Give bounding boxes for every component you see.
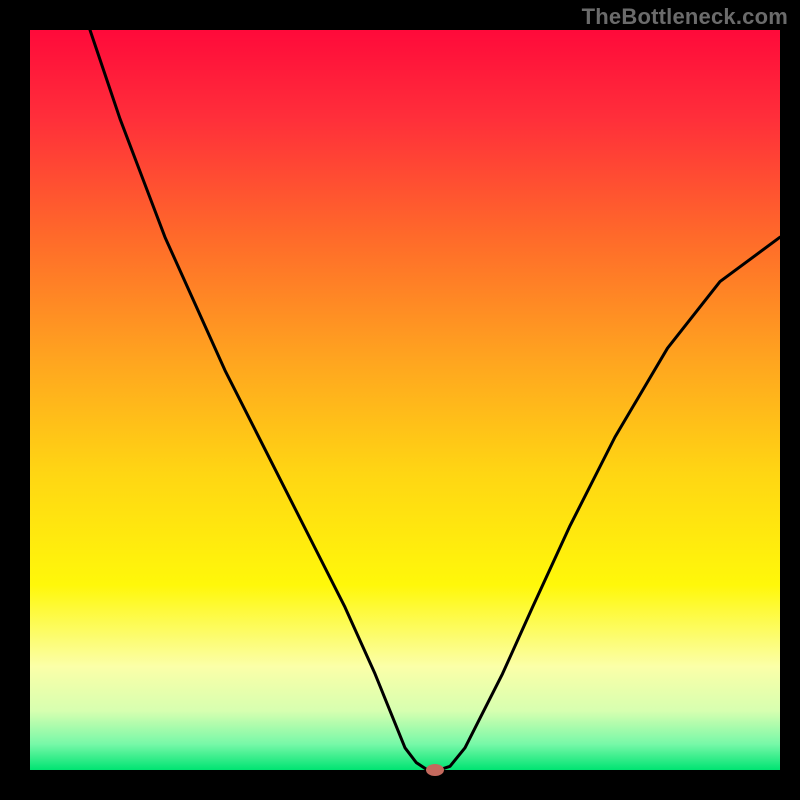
chart-svg — [0, 0, 800, 800]
watermark-text: TheBottleneck.com — [582, 4, 788, 30]
plot-background — [30, 30, 780, 770]
sweet-spot-marker — [426, 764, 444, 776]
chart-frame: { "watermark": "TheBottleneck.com", "plo… — [0, 0, 800, 800]
